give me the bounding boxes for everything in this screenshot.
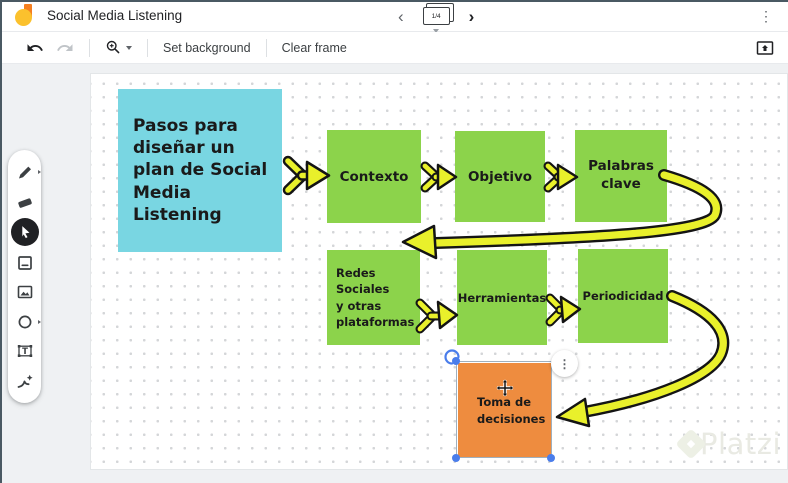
window-edge (0, 0, 2, 483)
sticky-label: Palabras clave (588, 158, 654, 192)
next-frame-button[interactable]: › (469, 8, 475, 25)
title-bar: Social Media Listening ‹ 1/4 › ⋮ (0, 0, 788, 33)
select-cursor-icon (21, 226, 29, 239)
overflow-menu-button[interactable]: ⋮ (753, 0, 779, 32)
tool-shape[interactable] (12, 309, 41, 335)
jamboard-app: Social Media Listening ‹ 1/4 › ⋮ Set bac… (0, 0, 788, 483)
window-edge (0, 0, 788, 2)
toolbar-divider (89, 38, 90, 57)
zoom-button[interactable] (99, 32, 138, 63)
sticky-label: Pasos para diseñar un plan de Social Med… (133, 116, 268, 225)
sticky-label: Objetivo (467, 168, 533, 185)
submenu-caret-icon (37, 319, 41, 324)
prev-frame-button[interactable]: ‹ (398, 8, 404, 25)
eraser-icon (17, 197, 32, 208)
frame-navigation: ‹ 1/4 › (398, 0, 475, 33)
present-button[interactable] (752, 32, 778, 64)
sticky-periodicidad[interactable]: Periodicidad (578, 249, 668, 343)
sticky-label: Periodicidad (582, 289, 664, 303)
text-box-icon: T (17, 345, 32, 358)
submenu-caret-icon (37, 170, 41, 174)
logo-circle (15, 8, 32, 26)
set-background-button[interactable]: Set background (157, 41, 257, 55)
chevron-down-icon (126, 45, 132, 50)
selection-handle[interactable] (452, 454, 460, 462)
selection-handle[interactable] (547, 454, 555, 462)
pen-icon (18, 166, 31, 179)
sticky-label: Contexto (339, 168, 409, 185)
platzi-watermark: Platzi (675, 427, 781, 461)
sticky-label: Redes Sociales y otras plataformas (336, 266, 415, 329)
image-icon (17, 285, 32, 299)
tool-select[interactable] (10, 218, 39, 247)
sticky-redes-sociales[interactable]: Redes Sociales y otras plataformas (327, 250, 420, 345)
move-cursor (496, 379, 514, 397)
redo-icon (57, 43, 73, 51)
zoom-icon (106, 40, 120, 54)
sticky-note-icon (17, 255, 32, 270)
sticky-palabras-clave[interactable]: Palabras clave (575, 130, 667, 222)
present-to-screen-icon (756, 41, 774, 55)
sticky-intro[interactable]: Pasos para diseñar un plan de Social Med… (118, 89, 282, 252)
toolbar-divider (147, 38, 148, 57)
frame-chooser-button[interactable]: 1/4 (422, 3, 454, 33)
jamboard-logo[interactable] (15, 3, 35, 28)
sticky-objetivo[interactable]: Objetivo (455, 131, 545, 222)
tool-text-box[interactable]: T (12, 338, 38, 364)
tool-sticky-note[interactable] (12, 250, 38, 276)
sticky-herramientas[interactable]: Herramientas (457, 250, 547, 345)
rotate-handle-icon[interactable] (443, 348, 461, 366)
toolbar-divider (265, 38, 267, 57)
undo-button[interactable] (20, 32, 50, 63)
tool-pen[interactable] (12, 159, 41, 185)
selection-outline (456, 361, 552, 458)
toolbar: Set background Clear frame (0, 32, 788, 64)
frame-counter: 1/4 (431, 12, 441, 20)
sticky-contexto[interactable]: Contexto (327, 130, 421, 223)
undo-icon (27, 43, 43, 51)
clear-frame-button[interactable]: Clear frame (276, 41, 353, 55)
watermark-text: Platzi (700, 427, 781, 461)
laser-pointer-icon (17, 374, 33, 388)
sticky-label: Herramientas (457, 290, 547, 305)
tool-eraser[interactable] (12, 189, 38, 215)
document-title[interactable]: Social Media Listening (47, 8, 182, 23)
tool-laser[interactable] (12, 368, 38, 394)
tool-sidebar: T (8, 150, 41, 403)
redo-button[interactable] (50, 32, 80, 63)
circle-shape-icon (18, 315, 31, 329)
tool-image[interactable] (12, 279, 38, 305)
selection-menu-button[interactable]: ⋮ (551, 350, 578, 377)
svg-text:T: T (22, 347, 28, 357)
